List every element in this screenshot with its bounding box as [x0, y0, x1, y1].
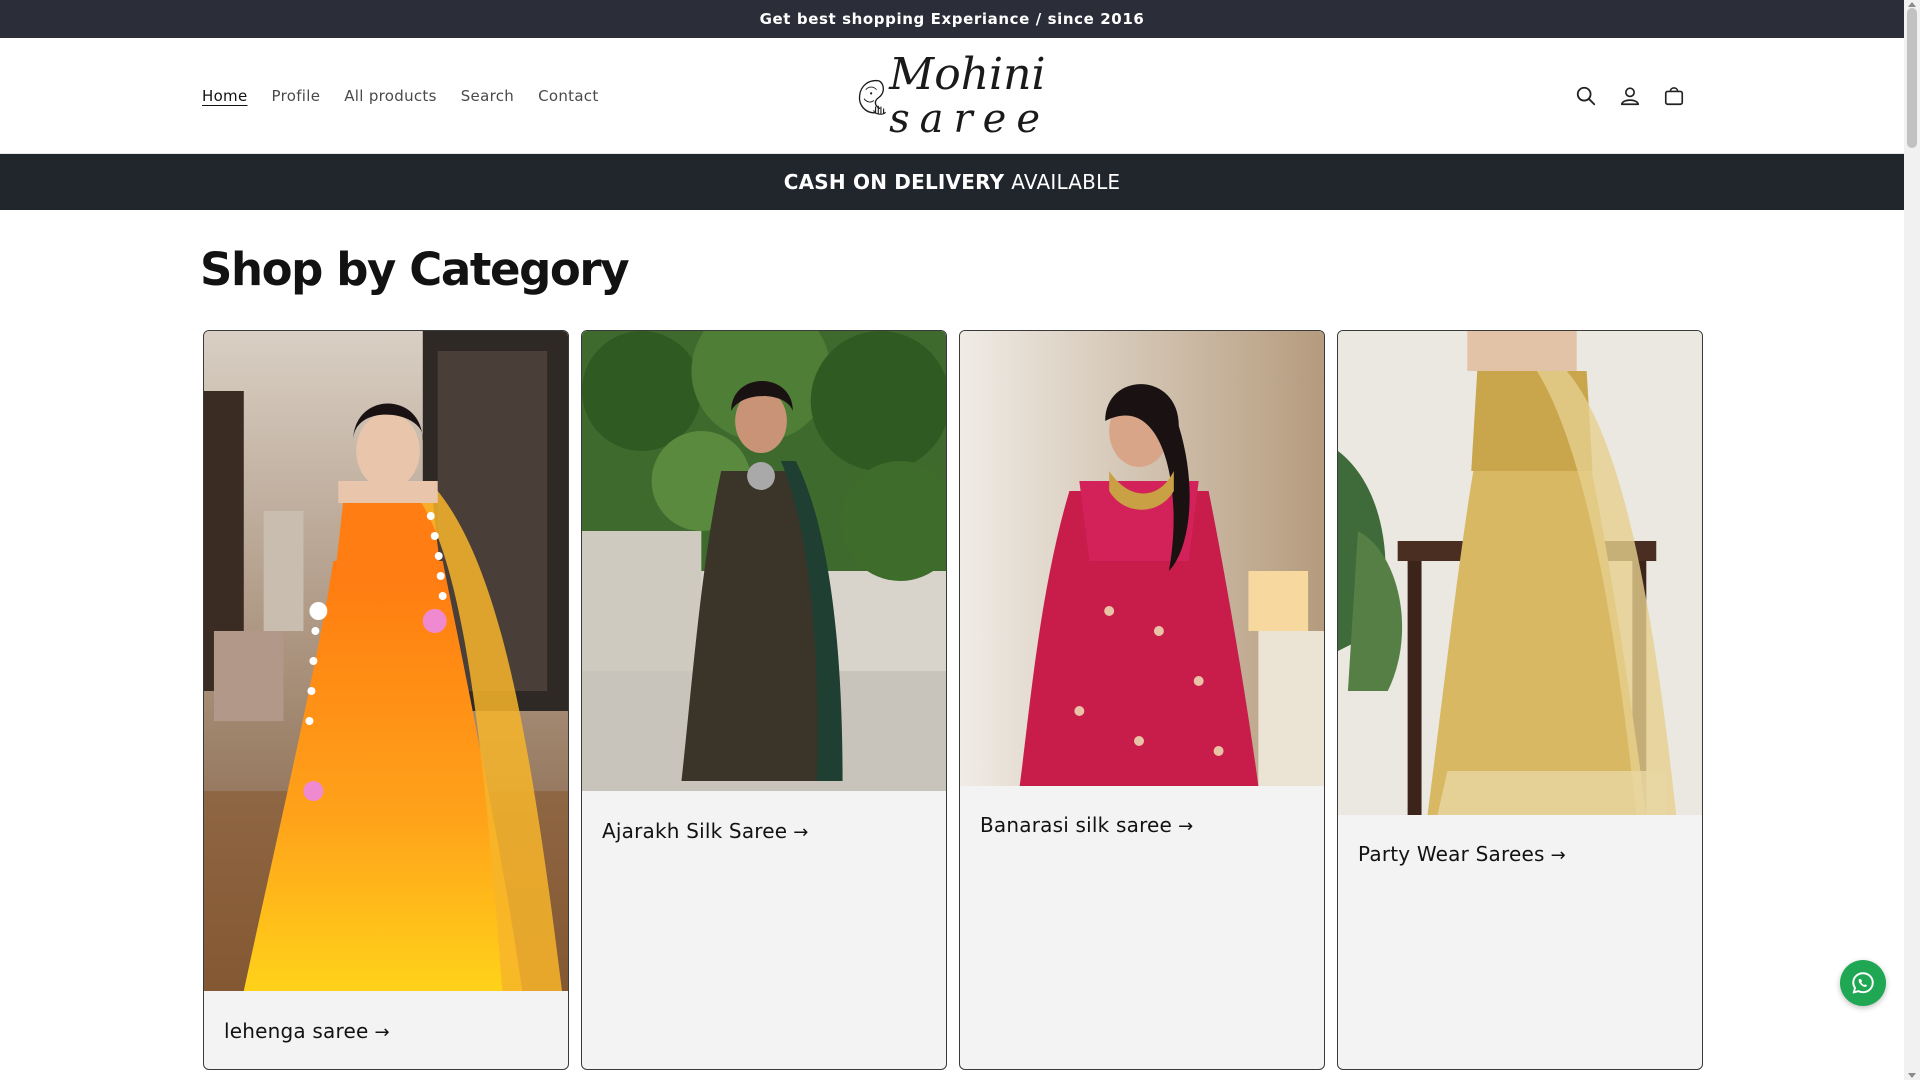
ajarakh-image: [582, 331, 946, 791]
nav-item-profile[interactable]: Profile: [272, 87, 321, 105]
arrow-right-icon: →: [793, 822, 809, 843]
category-card-lehenga[interactable]: lehenga saree →: [203, 330, 569, 1070]
party-wear-image: [1338, 331, 1702, 815]
nav-item-all-products[interactable]: All products: [344, 87, 436, 105]
main-nav: Home Profile All products Search Contact: [202, 38, 599, 154]
whatsapp-icon: [1852, 972, 1874, 994]
header-icons: [1574, 38, 1686, 154]
banarasi-image: [960, 331, 1324, 786]
page-scrollbar[interactable]: [1904, 0, 1920, 1080]
search-icon[interactable]: [1574, 84, 1598, 108]
scrollbar-thumb[interactable]: [1907, 8, 1917, 148]
category-label-banarasi[interactable]: Banarasi silk saree →: [980, 813, 1193, 837]
nav-item-search[interactable]: Search: [461, 87, 514, 105]
cart-icon[interactable]: [1662, 84, 1686, 108]
account-icon[interactable]: [1618, 84, 1642, 108]
announcement-bar: Get best shopping Experiance / since 201…: [0, 0, 1904, 38]
arrow-right-icon: →: [374, 1022, 390, 1043]
site-logo[interactable]: Mohini saree: [856, 52, 1050, 140]
category-label-lehenga[interactable]: lehenga saree →: [224, 1019, 390, 1043]
cod-bold-text: CASH ON DELIVERY: [783, 170, 1005, 194]
category-card-ajarakh[interactable]: Ajarakh Silk Saree →: [581, 330, 947, 1070]
category-label-party-wear[interactable]: Party Wear Sarees →: [1358, 842, 1566, 866]
logo-line-2: saree: [889, 96, 1050, 142]
cod-banner: CASH ON DELIVERY AVAILABLE: [0, 154, 1904, 210]
nav-item-home[interactable]: Home: [202, 87, 248, 105]
logo-line-1: Mohini: [889, 49, 1046, 100]
category-card-banarasi[interactable]: Banarasi silk saree →: [959, 330, 1325, 1070]
cod-rest-text: AVAILABLE: [1011, 170, 1121, 194]
lehenga-image: [204, 331, 568, 991]
elephant-logo-icon: [858, 79, 886, 115]
announcement-text: Get best shopping Experiance / since 201…: [759, 10, 1145, 28]
nav-item-contact[interactable]: Contact: [538, 87, 598, 105]
category-grid: lehenga saree → Ajarakh Silk Saree → Ban…: [203, 330, 1703, 1070]
section-title: Shop by Category: [200, 243, 630, 296]
site-header: Home Profile All products Search Contact…: [0, 38, 1904, 154]
category-label-ajarakh[interactable]: Ajarakh Silk Saree →: [602, 819, 809, 843]
scroll-up-arrow-icon[interactable]: [1908, 2, 1916, 7]
arrow-right-icon: →: [1178, 816, 1194, 837]
category-card-party-wear[interactable]: Party Wear Sarees →: [1337, 330, 1703, 1070]
whatsapp-chat-button[interactable]: [1840, 960, 1886, 1006]
scroll-down-arrow-icon[interactable]: [1908, 1073, 1916, 1078]
arrow-right-icon: →: [1550, 845, 1566, 866]
